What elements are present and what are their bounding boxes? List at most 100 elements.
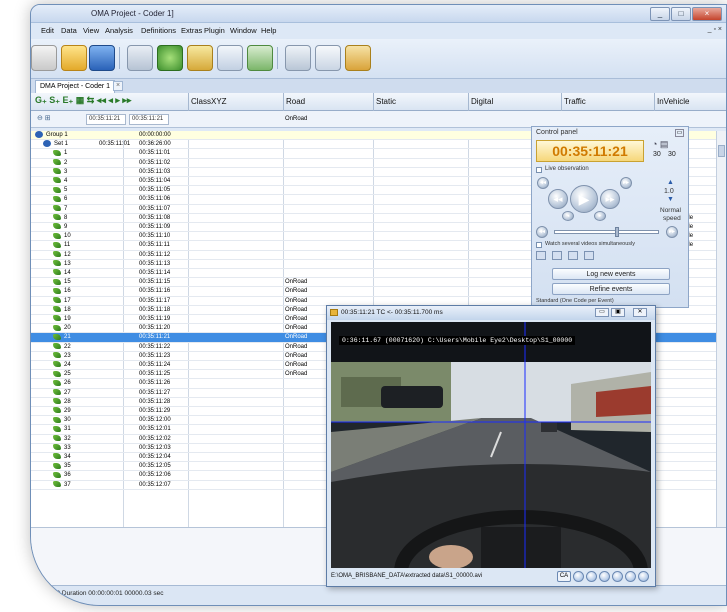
step-back-small-button[interactable]: ◂◂ (537, 177, 549, 189)
event-leaf-icon (53, 278, 61, 285)
filter-from-field[interactable]: 00:35:11:21 (86, 114, 126, 125)
multi-video-icon[interactable] (568, 251, 578, 260)
menu-plugin[interactable]: Plugin (204, 26, 225, 35)
video-close-button[interactable]: ✕ (633, 308, 647, 317)
step-forward-small-button[interactable]: ▸▸ (620, 177, 632, 189)
control-panel-close-icon[interactable]: ▭ (675, 129, 684, 137)
event-leaf-icon (53, 471, 61, 478)
column-invehicle[interactable]: InVehicle (654, 93, 726, 111)
row-label-text: 3 (64, 168, 68, 175)
jump-start-button[interactable]: ◂◂ (536, 226, 548, 238)
watch-several-label: Watch several videos simultaneously (545, 241, 635, 247)
tab-dma-project[interactable]: DMA Project - Coder 1 (35, 80, 116, 93)
scissors-icon[interactable] (285, 45, 311, 71)
save-disk-icon[interactable] (89, 45, 115, 71)
group-set-event-icons[interactable]: G₊ S₊ E₊ ▦ ⇆ ◂◂ ◂ ▸ ▸▸ (35, 95, 131, 106)
ca-button[interactable]: CA (557, 571, 571, 582)
menu-help[interactable]: Help (261, 26, 276, 35)
link-icon[interactable] (586, 571, 597, 582)
row-label-text: 26 (64, 380, 71, 387)
paste-icon[interactable] (345, 45, 371, 71)
column-classxyz[interactable]: ClassXYZ (188, 93, 283, 111)
menu-analysis[interactable]: Analysis (105, 26, 133, 35)
event-leaf-icon (53, 269, 61, 276)
report-list-icon[interactable] (217, 45, 243, 71)
speed-up-icon[interactable]: ▲ (667, 179, 674, 186)
zoom-icon[interactable] (625, 571, 636, 582)
maximize-button[interactable]: □ (671, 7, 691, 21)
new-file-icon[interactable] (31, 45, 57, 71)
video-restore-button[interactable]: ▣ (611, 308, 625, 317)
jump-end-button[interactable]: ▸▸ (666, 226, 678, 238)
row-label-text: 22 (64, 343, 71, 350)
mdi-controls[interactable]: _ ▫ × (708, 26, 722, 33)
menu-extras[interactable]: Extras (181, 26, 202, 35)
row-label-text: 17 (64, 297, 71, 304)
frame-back-button[interactable]: ◂ (562, 211, 574, 221)
column-traffic[interactable]: Traffic (561, 93, 654, 111)
close-button[interactable]: × (692, 7, 722, 21)
picture-icon[interactable] (552, 251, 562, 260)
row-label-text: 33 (64, 444, 71, 451)
rewind-button[interactable]: ◂◂ (548, 189, 568, 209)
sync-icon[interactable] (599, 571, 610, 582)
checkmark-icon[interactable] (187, 45, 213, 71)
chart-icon[interactable] (247, 45, 273, 71)
menu-window[interactable]: Window (230, 26, 257, 35)
frame-forward-button[interactable]: ▸ (594, 211, 606, 221)
control-panel: Control panel ▭ 00:35:11:21 30 30 ◔ ▤ Li… (531, 126, 689, 308)
fast-forward-button[interactable]: ▸▸ (600, 189, 620, 209)
row-label-text: 12 (64, 251, 71, 258)
live-observation-checkbox[interactable] (536, 167, 542, 173)
refresh-icon[interactable] (573, 571, 584, 582)
filter-toggle-icon[interactable]: ⊖ ⊞ (37, 114, 51, 122)
menu-edit[interactable]: Edit (41, 26, 54, 35)
log-new-events-button[interactable]: Log new events (552, 268, 670, 280)
filter-road-value[interactable]: OnRoad (285, 115, 307, 124)
menu-view[interactable]: View (83, 26, 99, 35)
filter-to-field[interactable]: 00:35:11:21 (129, 114, 169, 125)
video-window-icon (330, 309, 338, 316)
play-button[interactable]: ▶ (570, 185, 598, 213)
column-road[interactable]: Road (283, 93, 373, 111)
video-frame[interactable]: 0:36:11.67 (00071620) C:\Users\Mobile Ey… (331, 322, 651, 568)
column-static[interactable]: Static (373, 93, 468, 111)
row-label-text: 20 (64, 325, 71, 332)
tab-close-icon[interactable]: × (113, 81, 123, 91)
event-leaf-icon (53, 287, 61, 294)
speed-gauge-icon: ◔ ▤ (652, 139, 669, 149)
gear-settings-icon[interactable] (157, 45, 183, 71)
menu-definitions[interactable]: Definitions (141, 26, 176, 35)
vertical-scrollbar[interactable] (716, 131, 726, 527)
event-leaf-icon (53, 435, 61, 442)
open-folder-icon[interactable] (61, 45, 87, 71)
grid-view-icon[interactable] (584, 251, 594, 260)
position-slider[interactable] (554, 227, 659, 237)
speed-down-icon[interactable]: ▼ (667, 196, 674, 203)
info-icon[interactable] (638, 571, 649, 582)
audio-icon[interactable] (612, 571, 623, 582)
event-leaf-icon (53, 232, 61, 239)
event-leaf-icon (53, 205, 61, 212)
row-label-text: 25 (64, 371, 71, 378)
column-header: G₊ S₊ E₊ ▦ ⇆ ◂◂ ◂ ▸ ▸▸ ClassXYZ Road Sta… (31, 93, 726, 111)
copy-icon[interactable] (315, 45, 341, 71)
tag-icon[interactable] (127, 45, 153, 71)
title-bar: OMA Project - Coder 1] _ □ × (31, 5, 726, 23)
row-label-text: 18 (64, 306, 71, 313)
watch-several-checkbox[interactable] (536, 242, 542, 248)
minimize-button[interactable]: _ (650, 7, 670, 21)
scrollbar-thumb[interactable] (718, 145, 725, 157)
refine-events-button[interactable]: Refine events (552, 283, 670, 295)
row-label-text: 37 (64, 481, 71, 488)
toolbar-separator (119, 47, 120, 69)
video-minimize-button[interactable]: ▭ (595, 308, 609, 317)
column-digital[interactable]: Digital (468, 93, 561, 111)
row-label-text: 32 (64, 435, 71, 442)
slider-knob[interactable] (615, 227, 619, 237)
document-tab-strip: DMA Project - Coder 1 × (31, 79, 726, 93)
video-tool-icons: CA (557, 571, 649, 582)
menu-data[interactable]: Data (61, 26, 77, 35)
download-icon[interactable] (536, 251, 546, 260)
event-leaf-icon (53, 324, 61, 331)
